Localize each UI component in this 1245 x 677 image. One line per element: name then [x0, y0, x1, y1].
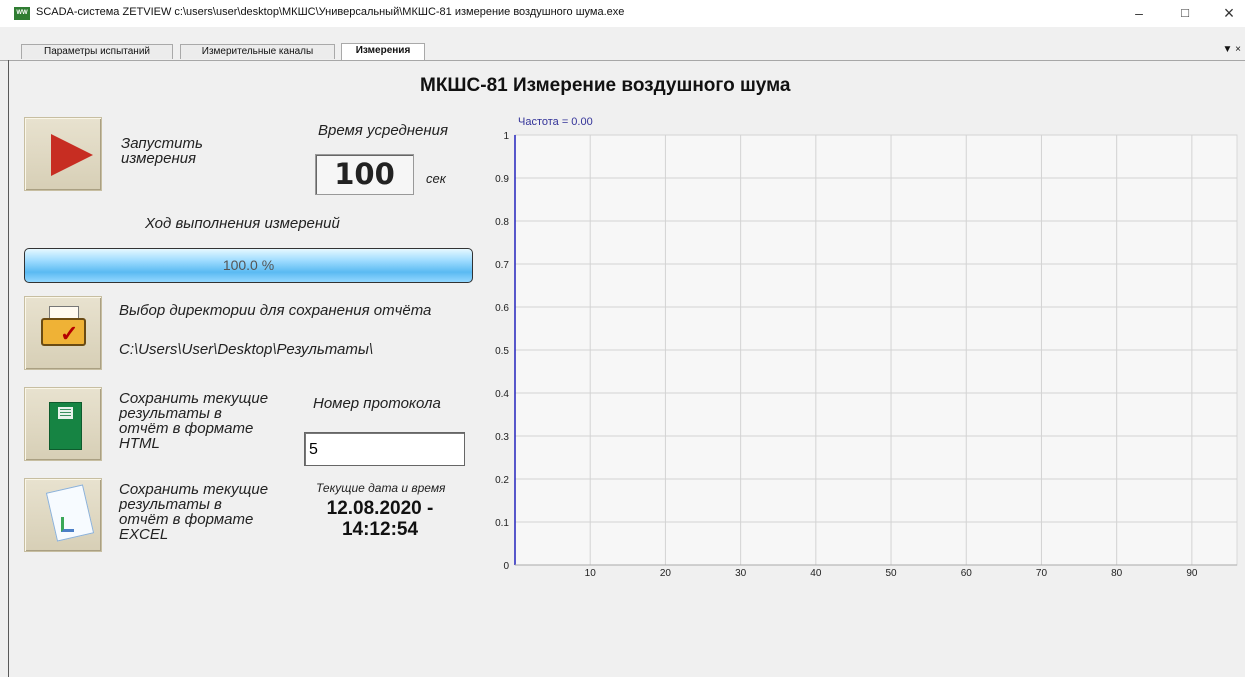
floppy-label-lines — [60, 409, 71, 410]
y-tick-label: 0.4 — [495, 389, 509, 400]
x-tick-label: 10 — [585, 568, 597, 579]
directory-path: C:\Users\User\Desktop\Результаты\ — [119, 341, 374, 358]
directory-label: Выбор директории для сохранения отчёта — [119, 302, 432, 319]
averaging-time-label: Время усреднения — [318, 122, 448, 139]
x-tick-label: 50 — [885, 568, 897, 579]
tab-measurements[interactable]: Измерения — [341, 43, 425, 60]
tab-content-border — [0, 60, 1245, 61]
floppy-disk-icon — [49, 402, 82, 450]
y-tick-label: 1 — [503, 131, 509, 142]
tab-bar: Параметры испытаний Измерительные каналы… — [0, 27, 1245, 60]
start-measurement-label: Запустить измерения — [121, 135, 203, 167]
measurement-progress-bar: 100.0 % — [24, 248, 473, 283]
chart-svg: 0 0.1 0.2 0.3 0.4 0.5 0.6 0.7 0.8 0.9 1 10 20 30 40 50 6… — [495, 116, 1238, 579]
y-tick-label: 0.1 — [495, 518, 509, 529]
checkmark-icon: ✓ — [60, 321, 79, 346]
y-tick-label: 0.2 — [495, 475, 509, 486]
x-tick-label: 70 — [1036, 568, 1048, 579]
tab-list-control[interactable]: ▼ × — [1222, 44, 1241, 55]
averaging-time-unit: сек — [426, 171, 446, 186]
tab-test-parameters[interactable]: Параметры испытаний — [21, 44, 173, 59]
current-datetime-label: Текущие дата и время — [316, 481, 446, 495]
y-tick-label: 0.8 — [495, 217, 509, 228]
progress-label: Ход выполнения измерений — [145, 215, 340, 232]
y-tick-label: 0.9 — [495, 174, 509, 185]
progress-percentage: 100.0 % — [222, 257, 275, 273]
maximize-button[interactable]: □ — [1163, 2, 1207, 24]
tab-measurement-channels[interactable]: Измерительные каналы — [180, 44, 335, 59]
protocol-number-field[interactable] — [304, 432, 465, 466]
save-excel-button[interactable] — [24, 478, 102, 552]
save-html-button[interactable] — [24, 387, 102, 461]
y-tick-label: 0.3 — [495, 432, 509, 443]
protocol-number-label: Номер протокола — [313, 395, 441, 412]
y-tick-label: 0 — [503, 561, 509, 572]
y-tick-label: 0.6 — [495, 303, 509, 314]
y-tick-label: 0.7 — [495, 260, 509, 271]
x-tick-label: 60 — [961, 568, 973, 579]
chart-frequency-annotation: Частота = 0.00 — [518, 116, 593, 128]
x-tick-label: 80 — [1111, 568, 1123, 579]
protocol-number-input[interactable] — [307, 439, 459, 460]
save-html-label: Сохранить текущие результаты в отчёт в ф… — [119, 390, 269, 452]
play-icon — [51, 134, 93, 176]
noise-frequency-chart: 0 0.1 0.2 0.3 0.4 0.5 0.6 0.7 0.8 0.9 1 10 20 30 40 50 6… — [480, 100, 1240, 600]
left-content-border — [8, 60, 9, 677]
minimize-button[interactable]: – — [1117, 2, 1161, 24]
window-title: SCADA-система ZETVIEW c:\users\user\desk… — [36, 6, 625, 18]
select-directory-button[interactable]: ✓ — [24, 296, 102, 370]
y-tick-label: 0.5 — [495, 346, 509, 357]
x-tick-label: 90 — [1186, 568, 1198, 579]
start-measurement-button[interactable] — [24, 117, 102, 191]
x-tick-label: 20 — [660, 568, 672, 579]
x-tick-label: 40 — [810, 568, 822, 579]
averaging-time-value: 100 — [315, 154, 414, 195]
zetview-app-icon: WW — [14, 7, 30, 20]
save-excel-label: Сохранить текущие результаты в отчёт в ф… — [119, 481, 269, 543]
page-title: МКШС-81 Измерение воздушного шума — [420, 75, 791, 96]
x-tick-label: 30 — [735, 568, 747, 579]
current-datetime-value: 12.08.2020 - 14:12:54 — [326, 498, 434, 540]
close-button[interactable]: × — [1207, 2, 1245, 24]
excel-document-icon — [45, 484, 95, 542]
chart-icon — [61, 517, 74, 532]
title-bar: WW SCADA-система ZETVIEW c:\users\user\d… — [0, 0, 1245, 28]
